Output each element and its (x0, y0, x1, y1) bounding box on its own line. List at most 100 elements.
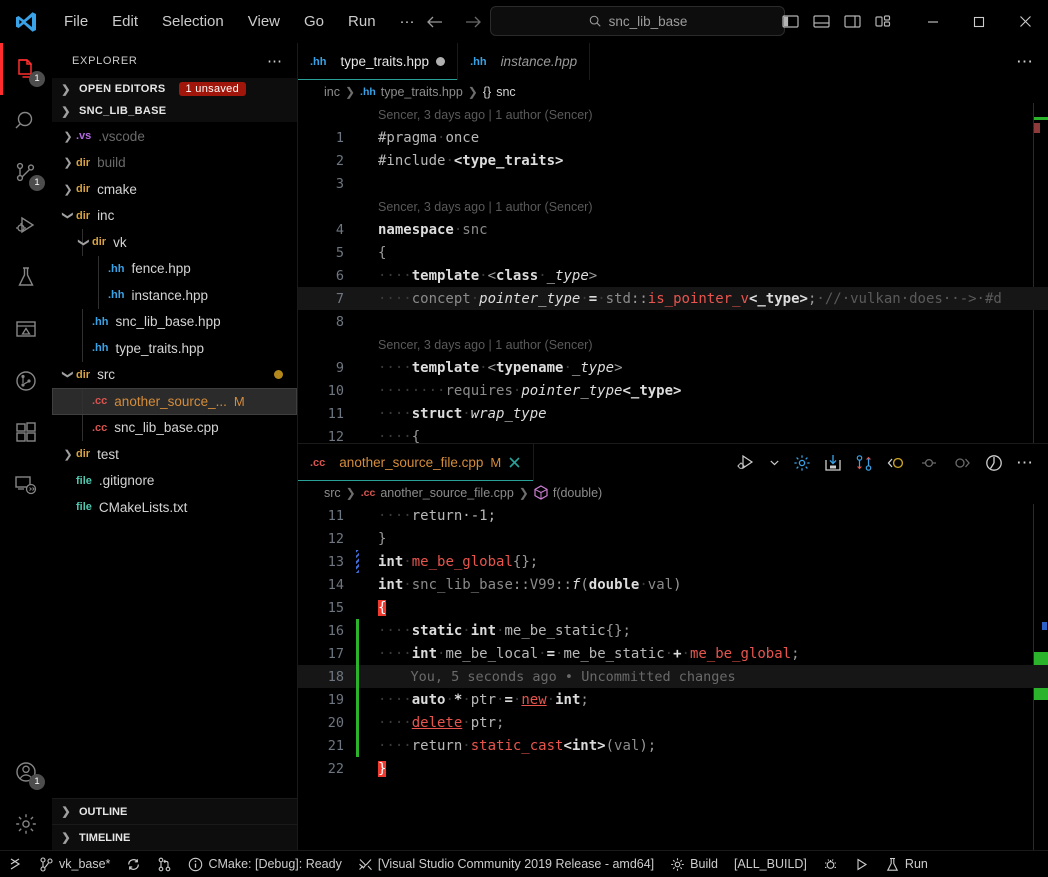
activity-item-search[interactable] (0, 95, 52, 147)
git-current-change-icon[interactable] (919, 455, 939, 471)
code-line-row[interactable]: 5{ (298, 241, 1048, 264)
breadcrumb-symbol[interactable]: snc (496, 85, 515, 99)
status-pull-request[interactable] (149, 851, 180, 877)
code-line-row[interactable]: 15 { (298, 596, 1048, 619)
menu-edit[interactable]: Edit (100, 10, 150, 33)
breadcrumb-symbol[interactable]: f(double) (553, 486, 602, 500)
save-all-icon[interactable] (824, 454, 842, 472)
status-run-tests-button[interactable]: Run (877, 851, 936, 877)
line-number[interactable]: 9 (298, 360, 356, 376)
status-debug-button[interactable] (815, 851, 846, 877)
command-center-search[interactable]: snc_lib_base (490, 6, 785, 36)
activity-item-testing[interactable] (0, 251, 52, 303)
menu-selection[interactable]: Selection (150, 10, 236, 33)
code-line-row[interactable]: 11 ····return·-1; (298, 504, 1048, 527)
line-number[interactable]: 17 (298, 646, 356, 662)
arrow-left-icon[interactable] (425, 14, 445, 30)
customize-layout-icon[interactable] (875, 14, 892, 29)
code-line-row[interactable]: 4 namespace·snc (298, 218, 1048, 241)
arrow-right-icon[interactable] (463, 14, 483, 30)
breadcrumb-file[interactable]: type_traits.hpp (381, 85, 463, 99)
compare-changes-icon[interactable] (855, 454, 873, 472)
chevron-down-icon[interactable] (769, 457, 780, 468)
code-line-row[interactable]: 10 ········requires·pointer_type<_type> (298, 379, 1048, 402)
breadcrumb-file[interactable]: another_source_file.cpp (380, 486, 513, 500)
code-line-row[interactable]: 16 ····static·int·me_be_static{}; (298, 619, 1048, 642)
menu-view[interactable]: View (236, 10, 292, 33)
chevron-down-icon[interactable]: ❯ (62, 208, 75, 224)
cmake-settings-gear-icon[interactable] (793, 454, 811, 472)
tree-item-cmakelists-txt[interactable]: file CMakeLists.txt (52, 494, 297, 521)
code-line-row[interactable]: 20 ····delete·ptr; (298, 711, 1048, 734)
code-line-row[interactable]: 21 ····return·static_cast<int>(val); (298, 734, 1048, 757)
toggle-panel-icon[interactable] (813, 14, 830, 29)
breadcrumb-folder[interactable]: inc (324, 85, 340, 99)
close-icon[interactable] (1002, 0, 1048, 43)
line-number[interactable]: 22 (298, 761, 356, 777)
line-number[interactable]: 11 (298, 406, 356, 422)
menu-run[interactable]: Run (336, 10, 388, 33)
more-actions-icon[interactable]: ⋯ (267, 52, 283, 70)
section-timeline[interactable]: ❯ TIMELINE (52, 824, 297, 850)
tree-item-snc-lib-base-hpp[interactable]: .hh snc_lib_base.hpp (52, 308, 297, 335)
minimize-icon[interactable] (910, 0, 956, 43)
chevron-right-icon[interactable]: ❯ (60, 183, 76, 196)
code-editor-top[interactable]: Sencer, 3 days ago | 1 author (Sencer) 1 #… (298, 103, 1048, 443)
line-number[interactable]: 5 (298, 245, 356, 261)
status-build-button[interactable]: Build (662, 851, 726, 877)
tree-item-inc[interactable]: ❯ dir inc (52, 203, 297, 230)
git-previous-change-icon[interactable] (886, 455, 906, 471)
line-number[interactable]: 21 (298, 738, 356, 754)
code-line-row[interactable]: 19 ····auto·*·ptr·=·new·int; (298, 688, 1048, 711)
code-line-row[interactable]: 13 int·me_be_global{}; (298, 550, 1048, 573)
code-line-row[interactable]: 7 ····concept·pointer_type·=·std::is_poin… (298, 287, 1048, 310)
chevron-right-icon[interactable]: ❯ (60, 130, 76, 143)
line-number[interactable]: 12 (298, 531, 356, 547)
tree-item-another-source[interactable]: .cc another_source_... M (52, 388, 297, 415)
menu-go[interactable]: Go (292, 10, 336, 33)
section-outline[interactable]: ❯ OUTLINE (52, 798, 297, 824)
tree-item-snc-lib-base-cpp[interactable]: .cc snc_lib_base.cpp (52, 414, 297, 441)
tree-item-type-traits-hpp[interactable]: .hh type_traits.hpp (52, 335, 297, 362)
chevron-right-icon[interactable]: ❯ (60, 156, 76, 169)
tab-instance-hpp[interactable]: .hh instance.hpp (458, 43, 591, 80)
blame-annotation-row[interactable]: Sencer, 3 days ago | 1 author (Sencer) (298, 103, 1048, 126)
code-line-row[interactable]: 6 ····template·<class·_type> (298, 264, 1048, 287)
line-number[interactable]: 3 (298, 176, 356, 192)
code-line-row[interactable]: 12} (298, 527, 1048, 550)
toggle-secondary-sidebar-icon[interactable] (844, 14, 861, 29)
code-line-row[interactable]: 9 ····template·<typename·_type> (298, 356, 1048, 379)
code-line-row[interactable]: 17 ····int·me_be_local·=·me_be_static·+·m… (298, 642, 1048, 665)
toggle-primary-sidebar-icon[interactable] (782, 14, 799, 29)
line-number[interactable]: 8 (298, 314, 356, 330)
line-number[interactable]: 10 (298, 383, 356, 399)
line-number[interactable]: 15 (298, 600, 356, 616)
line-number[interactable]: 16 (298, 623, 356, 639)
activity-item-cmake[interactable] (0, 303, 52, 355)
tree-item-src[interactable]: ❯ dir src (52, 362, 297, 389)
code-line-row[interactable]: 11 ····struct·wrap_type (298, 402, 1048, 425)
blame-annotation-row[interactable]: Sencer, 3 days ago | 1 author (Sencer) (298, 333, 1048, 356)
chevron-down-icon[interactable]: ❯ (62, 367, 75, 383)
tree-item-gitignore[interactable]: file .gitignore (52, 468, 297, 495)
code-line-row[interactable]: 2 #include·<type_traits> (298, 149, 1048, 172)
code-line-row[interactable]: 8 (298, 310, 1048, 333)
activity-item-explorer[interactable]: 1 (0, 43, 52, 95)
chevron-right-icon[interactable]: ❯ (60, 448, 76, 461)
code-editor-bottom[interactable]: 11 ····return·-1; 12} 13 int·me_be_global{};… (298, 504, 1048, 850)
line-number[interactable]: 13 (298, 554, 356, 570)
tree-item-fence-hpp[interactable]: .hh fence.hpp (52, 255, 297, 282)
activity-item-accounts[interactable]: 1 (0, 746, 52, 798)
activity-item-extensions[interactable] (0, 407, 52, 459)
tree-item-build[interactable]: ❯ dir build (52, 150, 297, 177)
tree-item-vk[interactable]: ❯ dir vk (52, 229, 297, 256)
status-launch-button[interactable] (846, 851, 877, 877)
dirty-indicator-icon[interactable] (436, 57, 446, 66)
menu-file[interactable]: File (52, 10, 100, 33)
line-number[interactable]: 14 (298, 577, 356, 593)
tree-item-test[interactable]: ❯ dir test (52, 441, 297, 468)
run-or-debug-icon[interactable] (737, 454, 756, 471)
code-line-row[interactable]: 3 (298, 172, 1048, 195)
status-build-target[interactable]: [ALL_BUILD] (726, 851, 815, 877)
search-input[interactable]: snc_lib_base (609, 14, 688, 29)
